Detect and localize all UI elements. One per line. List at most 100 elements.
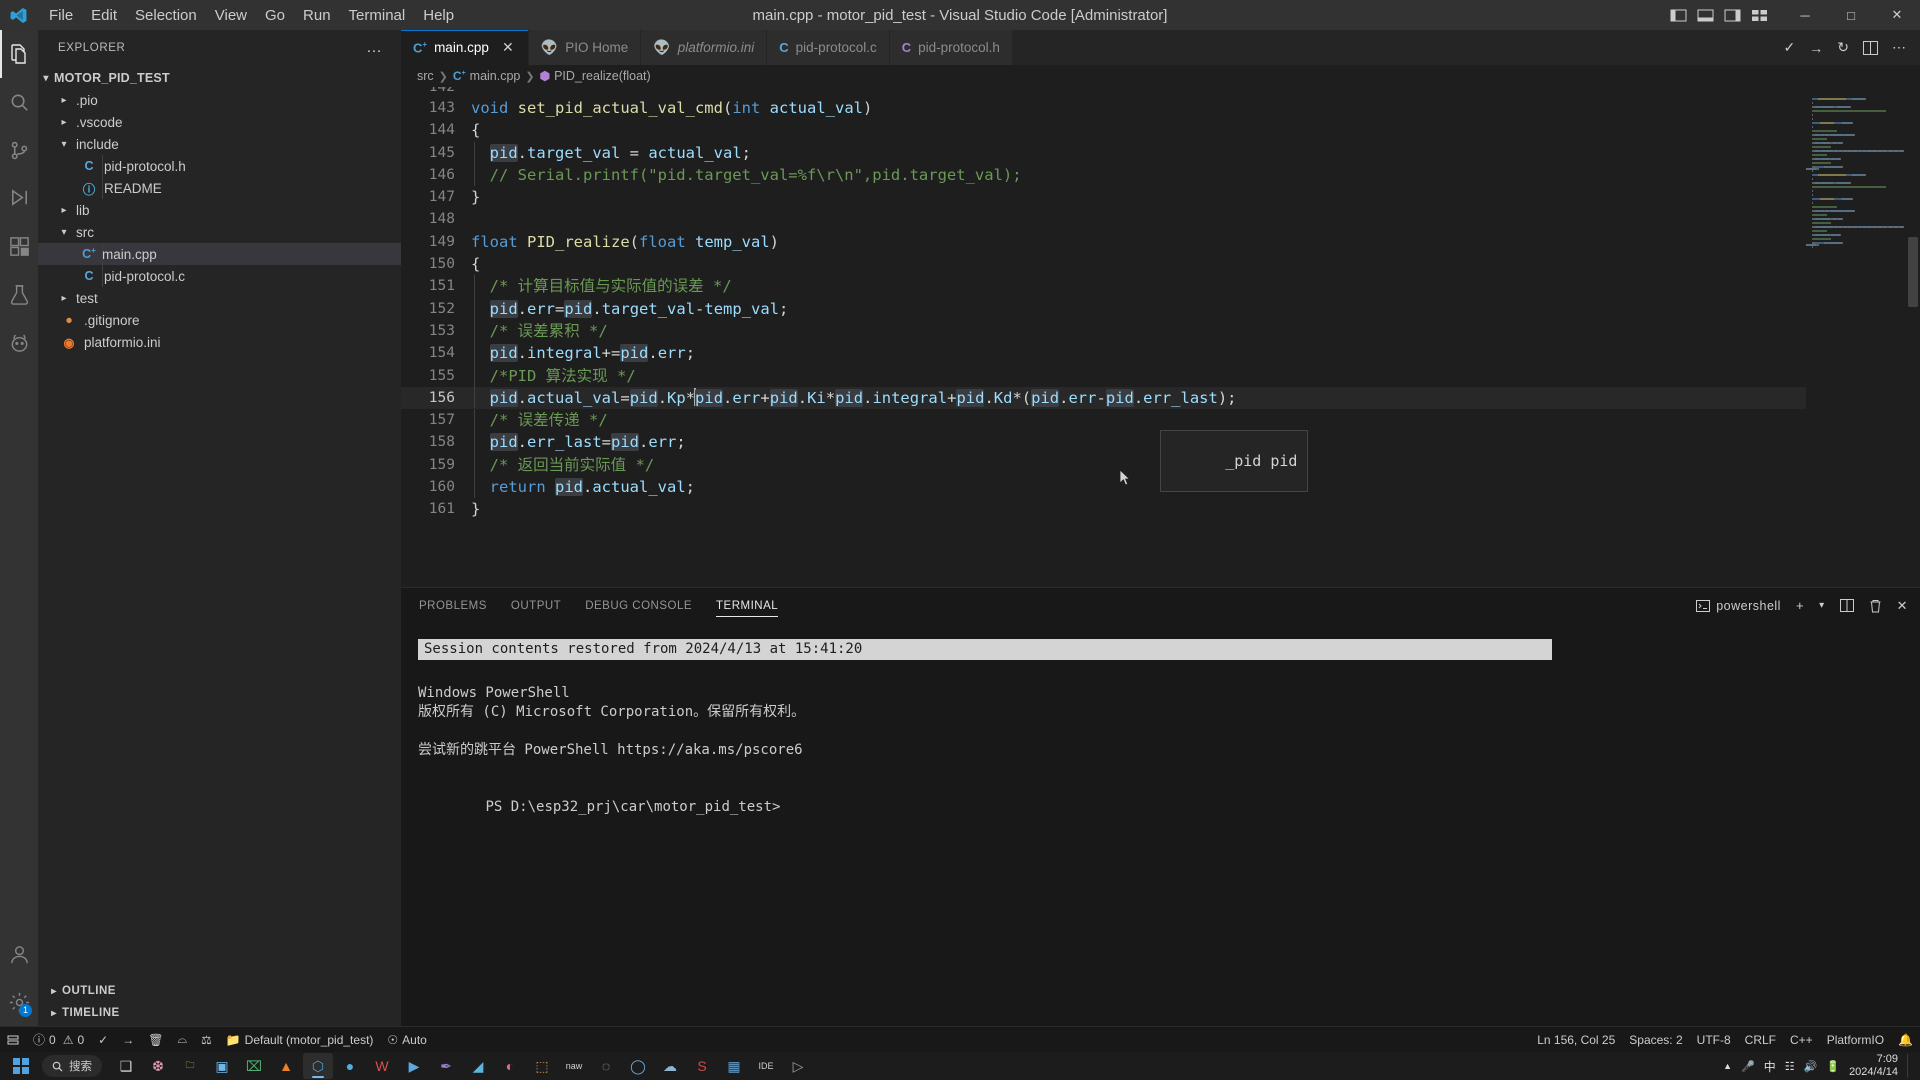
activity-run-debug[interactable] — [0, 174, 38, 222]
taskbar-app-vlc[interactable]: ▲ — [271, 1053, 301, 1079]
taskbar-app-wps[interactable]: W — [367, 1053, 397, 1079]
terminal-output[interactable]: Session contents restored from 2024/4/13… — [401, 623, 1920, 1026]
status-pio-clean[interactable]: 🗑 — [141, 1027, 170, 1053]
minimap[interactable] — [1806, 87, 1906, 587]
taskbar-app-terminal-app[interactable]: ▷ — [783, 1053, 813, 1079]
taskbar-app-naw[interactable]: naw — [559, 1053, 589, 1079]
code-line[interactable]: 151 /* 计算目标值与实际值的误差 */ — [401, 275, 1920, 298]
close-icon[interactable]: ✕ — [500, 39, 516, 56]
breadcrumb-item-main-cpp[interactable]: C+ main.cpp — [453, 69, 521, 83]
tab-platformio-ini[interactable]: 👽 platformio.ini — [641, 30, 768, 65]
chevron-up-icon[interactable]: ▲ — [1723, 1061, 1732, 1071]
menu-file[interactable]: File — [40, 4, 82, 27]
tree-item-src[interactable]: ▾ src — [38, 221, 401, 243]
tree-item-platformio-ini[interactable]: ◉ platformio.ini — [38, 331, 401, 353]
tree-root-motor-pid-test[interactable]: ▾ MOTOR_PID_TEST — [38, 67, 401, 89]
check-icon[interactable]: ✓ — [1784, 39, 1796, 56]
taskbar-app-ide[interactable]: IDE — [751, 1053, 781, 1079]
tree-item-vscode[interactable]: ▸ .vscode — [38, 111, 401, 133]
code-editor[interactable]: 142 143 void set_pid_actual_val_cmd(int a… — [401, 87, 1920, 587]
code-line[interactable]: 147} — [401, 186, 1920, 208]
arrow-right-icon[interactable]: → — [1809, 40, 1823, 56]
mic-icon[interactable]: 🎤 — [1741, 1060, 1755, 1073]
status-encoding[interactable]: UTF-8 — [1690, 1027, 1738, 1053]
battery-icon[interactable]: 🔋 — [1826, 1060, 1840, 1073]
tab-pid-protocol-c[interactable]: C pid-protocol.c — [767, 30, 890, 65]
status-pio-serial[interactable]: ⚖ — [194, 1027, 219, 1053]
tab-problems[interactable]: PROBLEMS — [419, 588, 487, 623]
menu-terminal[interactable]: Terminal — [340, 4, 415, 27]
activity-testing[interactable] — [0, 270, 38, 318]
tree-item-readme[interactable]: ⓘ README — [38, 177, 401, 199]
taskbar-app-chat[interactable]: ◌ — [591, 1053, 621, 1079]
show-desktop-icon[interactable] — [1907, 1054, 1912, 1078]
maximize-button[interactable]: □ — [1828, 0, 1874, 30]
tab-terminal[interactable]: TERMINAL — [716, 588, 779, 623]
toggle-primary-sidebar-icon[interactable] — [1670, 8, 1687, 23]
terminal-shell-selector[interactable]: powershell — [1696, 599, 1781, 613]
tree-item-gitignore[interactable]: ● .gitignore — [38, 309, 401, 331]
network-icon[interactable]: ☷ — [1785, 1060, 1795, 1073]
chevron-down-icon[interactable]: ▾ — [1819, 600, 1825, 611]
tab-debug-console[interactable]: DEBUG CONSOLE — [585, 588, 692, 623]
status-cursor-position[interactable]: Ln 156, Col 25 — [1530, 1027, 1622, 1053]
code-line[interactable]: 154 pid.integral+=pid.err; — [401, 342, 1920, 365]
ime-indicator[interactable]: 中 — [1764, 1058, 1776, 1075]
tab-pio-home[interactable]: 👽 PIO Home — [528, 30, 642, 65]
taskbar-search-box[interactable]: 搜索 — [42, 1055, 102, 1077]
code-lines[interactable]: 142 143 void set_pid_actual_val_cmd(int a… — [401, 87, 1920, 587]
taskbar-app-excel[interactable]: ⌧ — [239, 1053, 269, 1079]
taskbar-app-widgets[interactable]: ❆ — [143, 1053, 173, 1079]
status-pio-build[interactable]: ✓ — [91, 1027, 115, 1053]
status-platformio[interactable]: PlatformIO — [1820, 1027, 1891, 1053]
tree-item-pid-protocol-h[interactable]: C pid-protocol.h — [38, 155, 401, 177]
activity-source-control[interactable] — [0, 126, 38, 174]
status-language-mode[interactable]: C++ — [1783, 1027, 1820, 1053]
status-pio-auto[interactable]: ☉ Auto — [380, 1027, 433, 1053]
taskbar-app-charts[interactable]: ⬚ — [527, 1053, 557, 1079]
start-button-icon[interactable] — [5, 1052, 37, 1080]
tree-item-test[interactable]: ▸ test — [38, 287, 401, 309]
status-problems[interactable]: ⓘ 0 ⚠ 0 — [26, 1027, 91, 1053]
refresh-icon[interactable]: ↻ — [1837, 39, 1849, 56]
activity-extensions[interactable] — [0, 222, 38, 270]
split-terminal-icon[interactable] — [1839, 599, 1854, 612]
toggle-panel-icon[interactable] — [1697, 8, 1714, 23]
menu-edit[interactable]: Edit — [82, 4, 126, 27]
code-line[interactable]: 144 { — [401, 119, 1920, 141]
editor-vertical-scrollbar[interactable] — [1906, 87, 1920, 587]
taskbar-app-player[interactable]: ▶ — [399, 1053, 429, 1079]
status-eol[interactable]: CRLF — [1738, 1027, 1783, 1053]
taskbar-app-explorer[interactable]: 🗀 — [175, 1053, 205, 1079]
code-line[interactable]: 157 /* 误差传递 */ — [401, 409, 1920, 432]
status-notifications[interactable]: 🔔 — [1891, 1027, 1920, 1053]
customize-layout-icon[interactable] — [1751, 8, 1768, 23]
activity-search[interactable] — [0, 78, 38, 126]
taskbar-app-paint[interactable]: ✒ — [431, 1053, 461, 1079]
new-terminal-icon[interactable]: + — [1796, 598, 1804, 613]
code-line[interactable]: 156 pid.actual_val=pid.Kp*pid.err+pid.Ki… — [401, 386, 1920, 410]
code-line[interactable]: 149 float PID_realize(float temp_val) — [401, 231, 1920, 253]
menu-help[interactable]: Help — [414, 4, 463, 27]
code-line[interactable]: 143 void set_pid_actual_val_cmd(int actua… — [401, 97, 1920, 119]
tree-item-main-cpp[interactable]: C+ main.cpp — [38, 243, 401, 265]
status-remote[interactable] — [0, 1027, 26, 1053]
code-line[interactable]: 161} — [401, 498, 1920, 520]
taskbar-app-pictures[interactable]: ▦ — [719, 1053, 749, 1079]
sidebar-section-timeline[interactable]: ▸ TIMELINE — [38, 1002, 401, 1024]
menu-view[interactable]: View — [206, 4, 256, 27]
more-actions-icon[interactable]: ⋯ — [1892, 39, 1906, 56]
minimize-button[interactable]: ─ — [1782, 0, 1828, 30]
close-button[interactable]: ✕ — [1874, 0, 1920, 30]
activity-accounts[interactable] — [0, 930, 38, 978]
code-line[interactable]: 152 pid.err=pid.target_val-temp_val; — [401, 297, 1920, 320]
close-panel-icon[interactable]: ✕ — [1897, 598, 1908, 614]
tree-item-lib[interactable]: ▸ lib — [38, 199, 401, 221]
menu-selection[interactable]: Selection — [126, 4, 206, 27]
tab-pid-protocol-h[interactable]: C pid-protocol.h — [889, 30, 1013, 65]
taskbar-app-drawing[interactable]: ◢ — [463, 1053, 493, 1079]
status-pio-test[interactable]: ⌓ — [170, 1027, 194, 1053]
tab-main-cpp[interactable]: C+ main.cpp ✕ — [401, 30, 529, 65]
code-line[interactable]: 155 /*PID 算法实现 */ — [401, 364, 1920, 387]
activity-explorer[interactable] — [0, 30, 38, 78]
